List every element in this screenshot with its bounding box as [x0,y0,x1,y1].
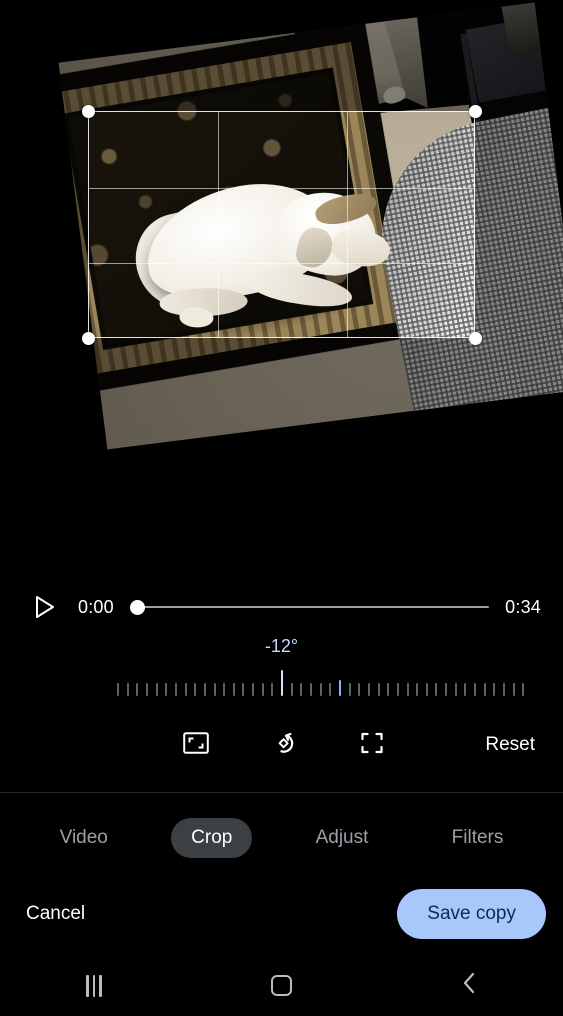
video-scrubber[interactable] [129,592,490,622]
rotation-tick [252,683,255,696]
rotation-tick [425,683,428,696]
rotation-tick [310,683,312,696]
rotation-tick [136,683,139,696]
rotation-tick [435,683,438,696]
rotation-tick [406,683,409,696]
tab-video[interactable]: Video [40,818,128,858]
rotate-icon [271,730,298,761]
rotation-tick [271,683,274,696]
rotation-tick [464,683,467,696]
current-time-label: 0:00 [78,596,114,617]
aspect-ratio-button[interactable] [168,721,224,769]
rotation-tick [348,683,351,696]
rotation-value-label: -12° [264,636,299,656]
rotation-tick [155,683,158,696]
rotation-tick [367,683,370,696]
rotation-tick [300,683,303,696]
recents-button[interactable] [57,963,131,1009]
rotation-tick [261,683,264,696]
rotation-tick [329,683,332,696]
rotation-tick [126,683,129,696]
rotation-tick [242,683,245,696]
crop-handle-bottom-left[interactable] [81,331,95,345]
rotation-tick [184,683,187,696]
rotation-tick [512,683,515,696]
scrubber-thumb[interactable] [129,599,145,615]
crop-handle-top-left[interactable] [81,104,95,118]
rotation-tick [203,683,206,696]
editor-tab-bar: Video Crop Adjust Filters [0,806,563,870]
tab-crop[interactable]: Crop [171,818,253,858]
rotation-tick [232,683,235,696]
rotation-tick [377,683,380,696]
rotation-tick [194,683,197,696]
system-nav-bar [0,955,563,1016]
tab-filters[interactable]: Filters [432,818,524,858]
section-divider [0,792,563,793]
home-button[interactable] [244,963,318,1009]
photo-image [58,2,563,450]
rotation-tick [319,683,322,696]
recents-icon [86,974,102,997]
rotation-tick [387,683,390,696]
wall-corner [500,2,563,58]
crop-handle-top-right[interactable] [468,104,482,118]
rotate-button[interactable] [256,721,312,769]
rotation-tick [396,683,399,696]
photo-canvas[interactable] [58,2,563,450]
rotation-tick [493,683,496,696]
crop-stage[interactable] [0,0,563,560]
rotation-tick [174,683,177,696]
rotation-tick [290,683,293,696]
rotation-tick [454,683,457,696]
reset-button[interactable]: Reset [485,734,535,756]
save-copy-button[interactable]: Save copy [397,889,546,939]
aspect-ratio-icon [183,731,209,759]
back-button[interactable] [432,963,506,1009]
rotation-tick-track[interactable] [0,670,563,696]
dog [125,142,415,364]
cancel-button[interactable]: Cancel [26,903,85,925]
home-icon [270,975,292,996]
rotation-tick [338,680,341,696]
free-crop-icon [359,731,385,760]
crop-handle-bottom-right[interactable] [468,331,482,345]
rotation-tick [223,683,226,696]
rotation-tick [117,683,119,696]
action-bar: Cancel Save copy [0,878,563,950]
rotation-tick [281,670,284,696]
rotation-tick [165,683,168,696]
tab-adjust[interactable]: Adjust [296,818,389,858]
free-crop-button[interactable] [344,721,400,769]
rotation-tick [358,683,361,696]
rotation-tick [503,683,505,696]
rotation-tick [416,683,419,696]
playback-controls: 0:00 0:34 [0,585,563,629]
rotation-tick [522,683,525,696]
rotation-dial[interactable]: -12° [0,636,563,700]
scrubber-track [129,605,490,609]
total-time-label: 0:34 [505,596,541,617]
rotation-tick [483,683,486,696]
play-button[interactable] [30,592,60,622]
rotation-tick [445,683,448,696]
rotation-tick [474,683,477,696]
rotation-tick [145,683,148,696]
rotation-tick [213,683,216,696]
back-icon [460,971,478,1000]
crop-tool-row: Reset [0,716,563,774]
photo-editor-screen: 0:00 0:34 -12° Reset Video Crop Adjust F… [0,0,563,1016]
